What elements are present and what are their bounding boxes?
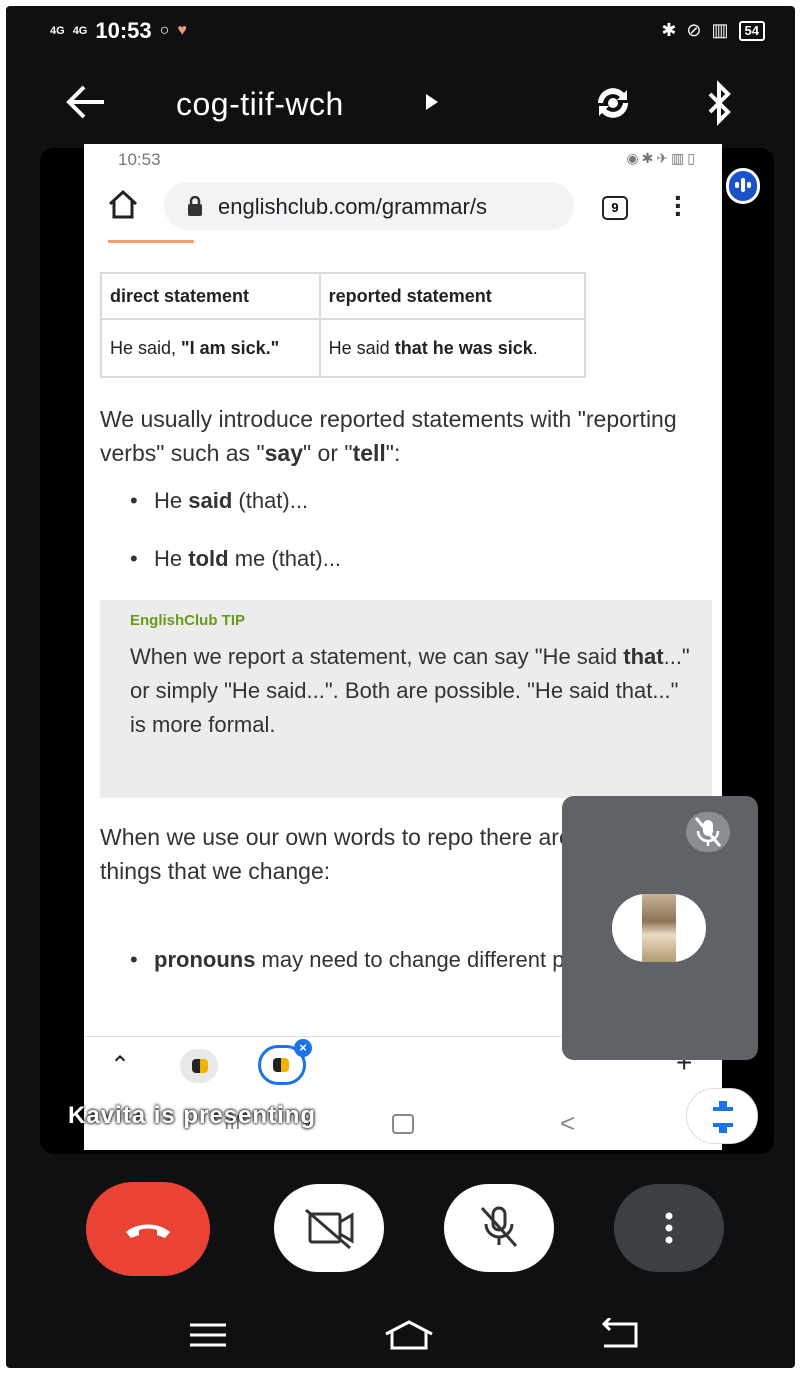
exit-fullscreen-button[interactable] <box>686 1088 758 1144</box>
bluetooth-status-icon: ✱ <box>661 20 677 40</box>
close-tab-icon[interactable]: × <box>294 1039 312 1057</box>
avatar <box>612 894 706 962</box>
back-arrow-icon[interactable] <box>64 82 108 129</box>
back-system-icon[interactable] <box>598 1316 642 1357</box>
section-divider <box>108 240 194 243</box>
microphone-off-button[interactable] <box>444 1184 554 1272</box>
table-cell: He said that he was sick. <box>318 318 587 378</box>
statement-table: direct statement reported statement He s… <box>100 272 587 378</box>
home-system-icon[interactable] <box>382 1318 436 1357</box>
table-row: He said, "I am sick." He said that he wa… <box>100 318 587 378</box>
status-right: ✱ ⊘ ▥ 54 <box>661 20 765 41</box>
bluetooth-audio-icon[interactable] <box>702 80 738 126</box>
lock-icon <box>186 195 204 216</box>
shared-status-time: 10:53 <box>118 150 161 169</box>
list-item: He told me (that)... <box>130 544 341 602</box>
table-header-row: direct statement reported statement <box>100 272 587 320</box>
audio-indicator-icon <box>726 168 760 204</box>
status-bar: 4G 4G 10:53 ○ ♥ ✱ ⊘ ▥ 54 <box>6 6 795 62</box>
self-view-tile[interactable] <box>562 796 758 1060</box>
more-options-button[interactable] <box>614 1184 724 1272</box>
status-left: 4G 4G 10:53 ○ ♥ <box>50 18 187 44</box>
home-nav-icon <box>392 1114 414 1134</box>
presenting-label: Kavita is presenting <box>68 1102 317 1129</box>
list-item: He said (that)... <box>130 486 341 544</box>
menu-nav-icon[interactable] <box>188 1322 228 1353</box>
signal-icon-2: 4G <box>72 24 88 37</box>
camera-off-button[interactable] <box>274 1184 384 1272</box>
tip-text: When we report a statement, we can say "… <box>130 644 690 737</box>
battery-icon: 54 <box>738 20 765 41</box>
sync-icon: ○ <box>159 22 170 39</box>
browser-url-bar: englishclub.com/grammar/s 9 · · · <box>84 176 722 240</box>
meeting-top-bar: cog-tiif-wch <box>6 74 795 138</box>
signal-icon: 4G <box>50 24 65 37</box>
meeting-code[interactable]: cog-tiif-wch <box>176 86 344 123</box>
tab-favicon[interactable] <box>180 1049 218 1083</box>
home-icon[interactable] <box>106 188 140 222</box>
browser-menu-icon[interactable]: · · · <box>674 184 683 228</box>
example-list: He said (that)... He told me (that)... <box>130 486 341 602</box>
url-text: englishclub.com/grammar/s <box>218 194 487 219</box>
table-header: direct statement <box>100 272 321 320</box>
mute-status-icon: ⊘ <box>686 20 702 40</box>
end-call-button[interactable] <box>86 1182 210 1276</box>
heart-icon: ♥ <box>177 22 187 39</box>
back-nav-icon: < <box>560 1108 576 1138</box>
paragraph: We usually introduce reported statements… <box>100 406 677 466</box>
tab-count-button[interactable]: 9 <box>602 196 628 220</box>
switch-camera-icon[interactable] <box>590 80 636 126</box>
table-header: reported statement <box>318 272 587 320</box>
shared-status-bar: 10:53 ◉✱✈▥▯ <box>84 144 722 174</box>
call-controls <box>0 1182 801 1286</box>
shared-status-icons: ◉✱✈▥▯ <box>626 150 698 166</box>
table-cell: He said, "I am sick." <box>100 318 321 378</box>
chevron-up-icon[interactable]: ⌃ <box>110 1051 130 1080</box>
status-time: 10:53 <box>95 18 152 43</box>
system-nav-bar <box>0 1302 801 1362</box>
expand-arrow-icon[interactable] <box>426 94 438 110</box>
tip-title: EnglishClub TIP <box>130 612 245 629</box>
network-status-icon: ▥ <box>711 20 729 40</box>
tip-box: EnglishClub TIP When we report a stateme… <box>100 600 712 798</box>
url-field[interactable]: englishclub.com/grammar/s <box>164 182 574 230</box>
mic-off-icon <box>686 812 730 852</box>
